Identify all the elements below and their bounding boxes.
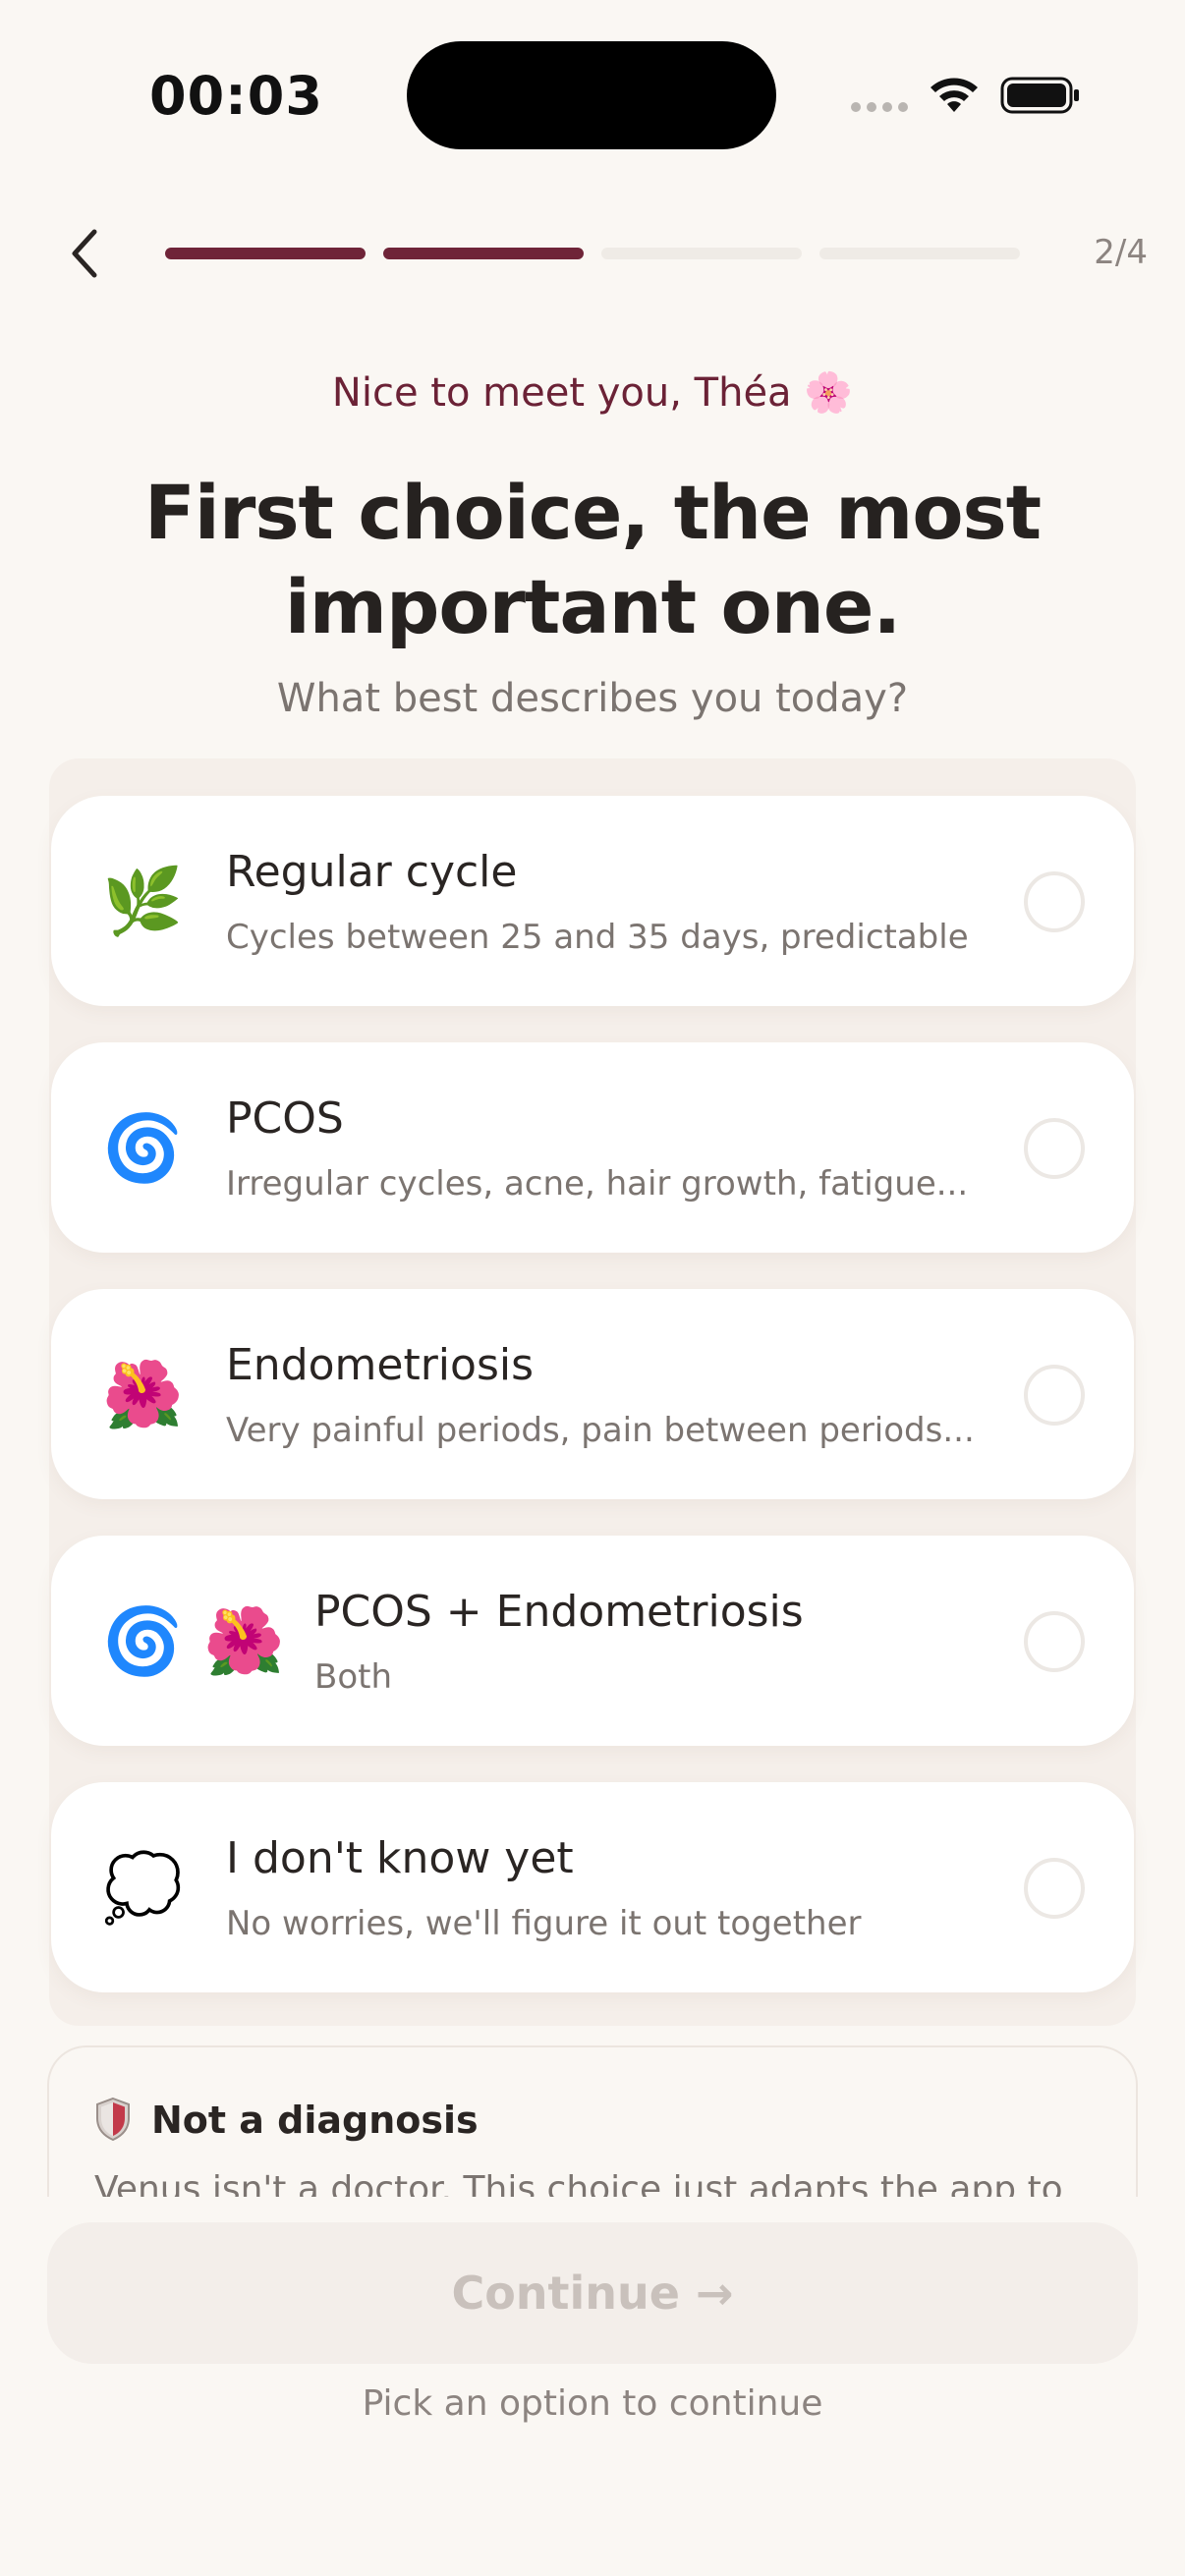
spiral-hibiscus-icon: 🌀 🌺 xyxy=(102,1603,285,1679)
onboarding-screen: 00:03 2/4 Nice to meet you, Théa 🌸 First… xyxy=(0,0,1185,2576)
option-radio[interactable] xyxy=(1024,1858,1085,1919)
option-description: Very painful periods, pain between perio… xyxy=(226,1411,975,1450)
back-button[interactable] xyxy=(59,224,110,283)
disclaimer-title: Not a diagnosis xyxy=(151,2099,479,2142)
status-bar: 00:03 xyxy=(0,0,1185,196)
chevron-left-icon xyxy=(72,229,97,278)
option-description: Both xyxy=(314,1657,393,1697)
progress-segment xyxy=(601,248,802,259)
option-pcos-endometriosis[interactable]: 🌀 🌺 PCOS + Endometriosis Both xyxy=(51,1536,1134,1746)
title-line: First choice, the most xyxy=(143,469,1042,556)
leaf-icon: 🌿 xyxy=(102,864,184,939)
option-label: Regular cycle xyxy=(226,847,518,897)
option-regular-cycle[interactable]: 🌿 Regular cycle Cycles between 25 and 35… xyxy=(51,796,1134,1006)
step-count: 2/4 xyxy=(1094,233,1148,272)
status-time: 00:03 xyxy=(149,65,323,127)
step-progress xyxy=(165,248,1020,259)
page-title: First choice, the most important one. xyxy=(0,466,1185,654)
hibiscus-icon: 🌺 xyxy=(102,1357,184,1432)
wifi-icon xyxy=(931,78,978,112)
option-description: No worries, we'll figure it out together xyxy=(226,1904,862,1943)
continue-button[interactable]: Continue → xyxy=(47,2222,1138,2364)
page-subtitle: What best describes you today? xyxy=(276,676,909,721)
option-label: PCOS xyxy=(226,1093,344,1144)
greeting: Nice to meet you, Théa 🌸 xyxy=(331,370,854,416)
disclaimer-card: Not a diagnosis Venus isn't a doctor. Th… xyxy=(47,2045,1138,2203)
option-label: I don't know yet xyxy=(226,1833,574,1883)
continue-hint: Pick an option to continue xyxy=(362,2383,823,2424)
thought-bubble-icon: 💭 xyxy=(102,1850,184,1926)
title-line: important one. xyxy=(284,563,902,650)
option-pcos[interactable]: 🌀 PCOS Irregular cycles, acne, hair grow… xyxy=(51,1042,1134,1253)
option-radio[interactable] xyxy=(1024,1118,1085,1179)
battery-icon xyxy=(1000,77,1079,114)
option-label: PCOS + Endometriosis xyxy=(314,1587,804,1637)
shield-icon xyxy=(96,2097,130,2142)
progress-segment xyxy=(819,248,1020,259)
option-description: Irregular cycles, acne, hair growth, fat… xyxy=(226,1164,969,1204)
progress-segment xyxy=(383,248,584,259)
option-label: Endometriosis xyxy=(226,1340,535,1390)
spiral-icon: 🌀 xyxy=(102,1110,184,1186)
option-dont-know[interactable]: 💭 I don't know yet No worries, we'll fig… xyxy=(51,1782,1134,1992)
option-radio[interactable] xyxy=(1024,871,1085,932)
option-radio[interactable] xyxy=(1024,1611,1085,1672)
option-endometriosis[interactable]: 🌺 Endometriosis Very painful periods, pa… xyxy=(51,1289,1134,1499)
option-radio[interactable] xyxy=(1024,1365,1085,1426)
signal-icon xyxy=(851,102,908,112)
option-description: Cycles between 25 and 35 days, predictab… xyxy=(226,918,969,957)
progress-segment xyxy=(165,248,366,259)
dynamic-island xyxy=(407,41,776,149)
